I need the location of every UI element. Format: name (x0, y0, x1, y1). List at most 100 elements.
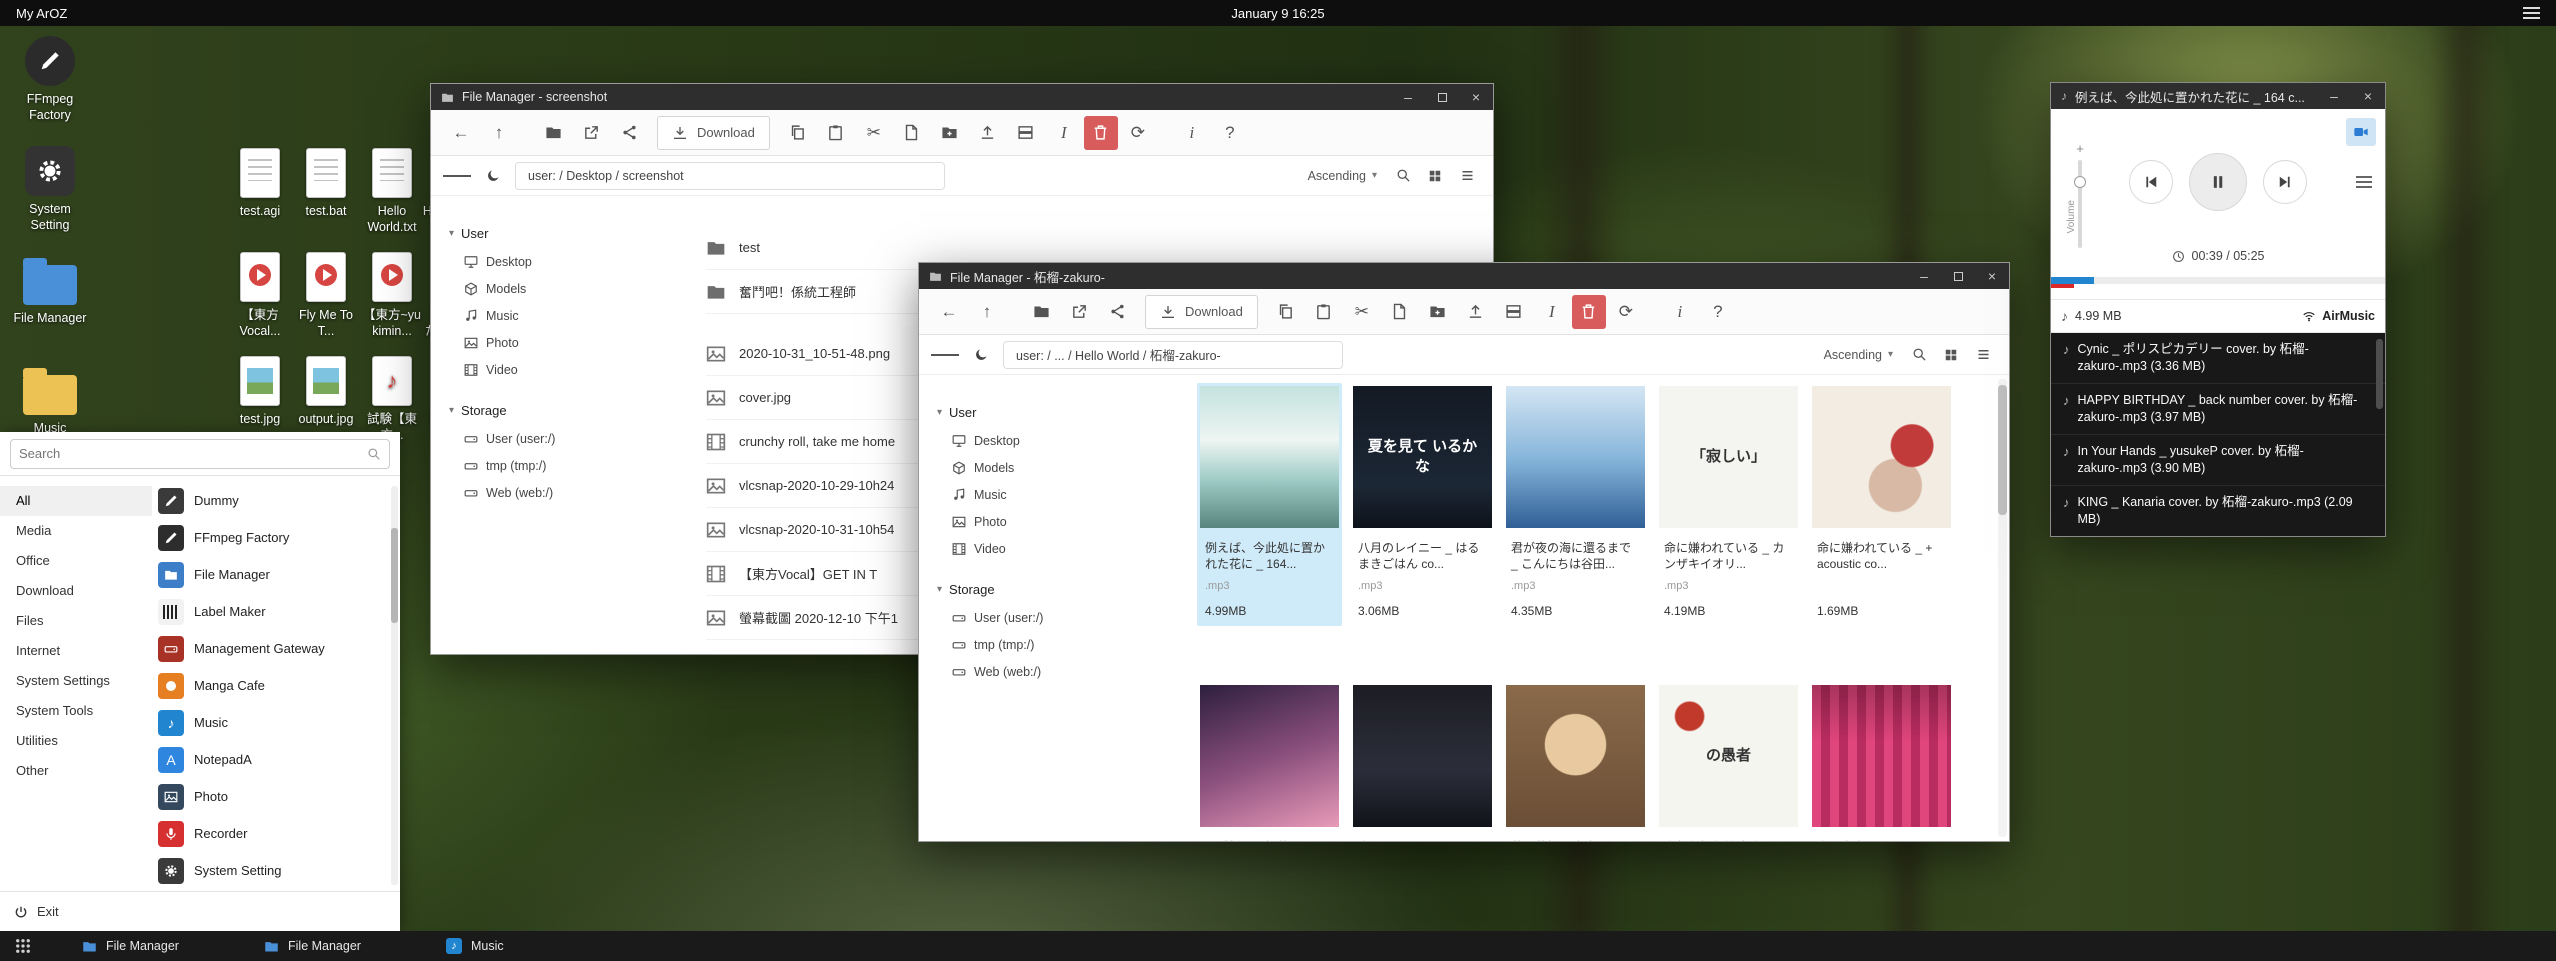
sidebar-toggle-button[interactable] (931, 341, 959, 369)
desktop-icon-ffmpeg-factory[interactable]: FFmpeg Factory (10, 36, 90, 123)
new-file-button[interactable] (894, 116, 930, 150)
close-button[interactable]: × (1459, 84, 1493, 110)
search-button[interactable] (1389, 162, 1417, 190)
open-in-new-button[interactable] (1061, 295, 1097, 329)
category-system-settings[interactable]: System Settings (0, 666, 152, 696)
minimize-button[interactable]: – (2317, 83, 2351, 109)
titlebar[interactable]: File Manager - 柘榴-zakuro- – × (919, 263, 2009, 289)
file-tile[interactable]: 例えば、今此処に置かれた花に _ 164... .mp3 4.99MB (1197, 383, 1342, 626)
info-button[interactable]: i (1662, 295, 1698, 329)
sidebar-item-web-drive[interactable]: Web (web:/) (449, 479, 591, 506)
category-system-tools[interactable]: System Tools (0, 696, 152, 726)
dark-mode-button[interactable] (479, 162, 507, 190)
start-menu-scrollbar[interactable] (391, 486, 398, 885)
sidebar-item-user-drive[interactable]: User (user:/) (449, 425, 591, 452)
download-button[interactable]: Download (657, 116, 770, 150)
sidebar-item-music[interactable]: Music (449, 302, 591, 329)
open-in-new-button[interactable] (573, 116, 609, 150)
upload-button[interactable] (970, 116, 1006, 150)
sidebar-item-models[interactable]: Models (937, 454, 1079, 481)
category-other[interactable]: Other (0, 756, 152, 786)
menu-app-system-setting[interactable]: System Setting (152, 852, 388, 889)
close-button[interactable]: × (1975, 263, 2009, 289)
sidebar-item-user-drive[interactable]: User (user:/) (937, 604, 1079, 631)
new-folder-button[interactable] (932, 116, 968, 150)
menu-app-ffmpeg-factory[interactable]: FFmpeg Factory (152, 519, 388, 556)
taskbar-item-file-manager-1[interactable]: File Manager (70, 931, 252, 961)
menu-app-dummy[interactable]: Dummy (152, 482, 388, 519)
desktop-file-icon[interactable]: test.jpg (225, 356, 295, 427)
menu-app-manga-cafe[interactable]: Manga Cafe (152, 667, 388, 704)
volume-slider[interactable]: + Volume (2065, 141, 2095, 248)
dark-mode-button[interactable] (967, 341, 995, 369)
taskbar-item-file-manager-2[interactable]: File Manager (252, 931, 434, 961)
playlist-item[interactable]: ♪Cynic _ ポリスピカデリー cover. by 柘榴-zakuro-.m… (2051, 333, 2385, 384)
next-track-button[interactable] (2263, 160, 2307, 204)
minimize-button[interactable]: – (1907, 263, 1941, 289)
category-internet[interactable]: Internet (0, 636, 152, 666)
share-button[interactable] (1099, 295, 1135, 329)
sidebar-section-user[interactable]: ▾User (937, 397, 1079, 427)
up-button[interactable]: ↑ (481, 116, 517, 150)
playlist-item[interactable]: ♪In Your Hands _ yusukeP cover. by 柘榴-za… (2051, 435, 2385, 486)
help-button[interactable]: ? (1700, 295, 1736, 329)
file-tile[interactable]: の愚者 忘却類悸化後遺障... (1656, 682, 1801, 841)
menu-app-notepada[interactable]: ANotepadA (152, 741, 388, 778)
desktop-icon-music[interactable]: Music (10, 366, 90, 436)
refresh-button[interactable]: ⟳ (1120, 116, 1156, 150)
paste-button[interactable] (1306, 295, 1342, 329)
close-button[interactable]: × (2351, 83, 2385, 109)
file-tile[interactable]: 四季折々に揺蕩いて... (1197, 682, 1342, 841)
list-view-button[interactable] (1969, 341, 1997, 369)
trash-button[interactable] (1084, 116, 1118, 150)
sidebar-section-storage[interactable]: ▾Storage (937, 574, 1079, 604)
topbar-menu-icon[interactable] (2523, 4, 2540, 22)
desktop-file-icon[interactable]: Fly Me To T... (291, 252, 361, 339)
scrollbar[interactable] (1998, 379, 2007, 837)
file-tile[interactable]: 君が夜の海に還るまで _ こんにちは谷田... .mp3 4.35MB (1503, 383, 1648, 626)
copy-button[interactable] (1268, 295, 1304, 329)
desktop-file-icon[interactable]: Hello World.txt (357, 148, 427, 235)
titlebar[interactable]: File Manager - screenshot – × (431, 84, 1493, 110)
breadcrumb[interactable]: user: / ... / Hello World / 柘榴-zakuro- (1003, 341, 1343, 369)
sidebar-item-photo[interactable]: Photo (937, 508, 1079, 535)
cast-button[interactable] (2346, 118, 2376, 146)
desktop-file-icon[interactable]: 【東方~yu kimin... (357, 252, 427, 339)
desktop-file-icon[interactable]: 【東方Vocal... (225, 252, 295, 339)
help-button[interactable]: ? (1212, 116, 1248, 150)
seek-bar[interactable] (2051, 277, 2385, 284)
back-button[interactable]: ← (931, 295, 967, 329)
refresh-button[interactable]: ⟳ (1608, 295, 1644, 329)
paste-button[interactable] (818, 116, 854, 150)
previous-track-button[interactable] (2129, 160, 2173, 204)
sidebar-section-storage[interactable]: ▾Storage (449, 395, 591, 425)
share-button[interactable] (611, 116, 647, 150)
category-download[interactable]: Download (0, 576, 152, 606)
pause-button[interactable] (2189, 153, 2247, 211)
back-button[interactable]: ← (443, 116, 479, 150)
playlist-item[interactable]: ♪HAPPY BIRTHDAY _ back number cover. by … (2051, 384, 2385, 435)
new-folder-button[interactable] (1420, 295, 1456, 329)
category-files[interactable]: Files (0, 606, 152, 636)
cut-button[interactable]: ✂ (856, 116, 892, 150)
sidebar-item-video[interactable]: Video (937, 535, 1079, 562)
desktop-file-icon[interactable]: ♪ 試験【東方... (357, 356, 427, 443)
playlist-scrollbar[interactable] (2376, 339, 2383, 409)
category-utilities[interactable]: Utilities (0, 726, 152, 756)
rename-button[interactable]: I (1046, 116, 1082, 150)
sidebar-toggle-button[interactable] (443, 162, 471, 190)
file-tile[interactable]: 世界寿真 Ava so... (1809, 682, 1954, 841)
info-button[interactable]: i (1174, 116, 1210, 150)
properties-button[interactable] (1496, 295, 1532, 329)
maximize-button[interactable] (1941, 263, 1975, 289)
player-menu-icon[interactable] (2356, 173, 2372, 191)
sidebar-item-models[interactable]: Models (449, 275, 591, 302)
menu-app-file-manager[interactable]: File Manager (152, 556, 388, 593)
category-media[interactable]: Media (0, 516, 152, 546)
file-tile[interactable]: 夢と葉桜 _ 青木月... (1503, 682, 1648, 841)
minimize-button[interactable]: – (1391, 84, 1425, 110)
menu-app-management-gateway[interactable]: Management Gateway (152, 630, 388, 667)
desktop-file-icon[interactable]: test.agi (225, 148, 295, 219)
file-tile[interactable]: 命に嫌われている _ + acoustic co... 1.69MB (1809, 383, 1954, 626)
sort-dropdown[interactable]: Ascending▾ (1816, 348, 1901, 362)
